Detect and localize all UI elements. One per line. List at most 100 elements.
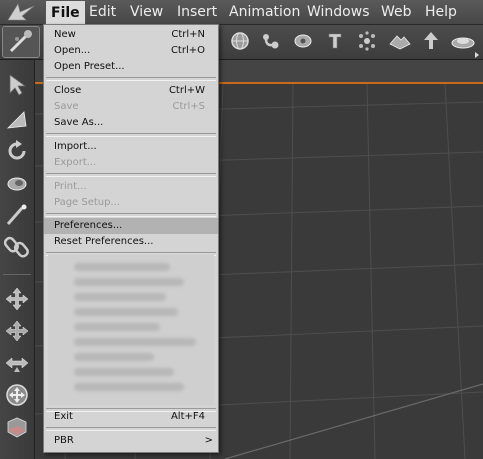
menu-item-label: Save xyxy=(54,101,79,112)
morph-button[interactable] xyxy=(290,28,316,54)
menu-item-label: Exit xyxy=(54,411,73,422)
menu-animation[interactable]: Animation xyxy=(224,0,305,24)
link-tool-button[interactable] xyxy=(3,234,30,260)
particles-button[interactable] xyxy=(354,28,380,54)
submenu-arrow-icon: > xyxy=(204,435,213,446)
left-toolbar xyxy=(0,60,35,459)
menu-view[interactable]: View xyxy=(125,0,168,24)
text-button[interactable] xyxy=(322,28,348,54)
menu-item-page-setup: Page Setup... xyxy=(44,195,218,211)
translate-icon xyxy=(5,320,29,342)
tree-icon xyxy=(424,32,438,49)
menu-item-label: PBR xyxy=(54,435,74,446)
bones-button[interactable] xyxy=(258,28,284,54)
recent-file-entry[interactable] xyxy=(74,308,178,316)
menu-item-label: Save As... xyxy=(54,117,104,128)
scale-icon xyxy=(6,111,27,129)
menu-item-open-preset[interactable]: Open Preset... xyxy=(44,59,218,75)
scale-tool-button[interactable] xyxy=(4,106,30,132)
translate-vertical-icon xyxy=(5,357,29,372)
pool-icon xyxy=(451,37,475,49)
menu-insert[interactable]: Insert xyxy=(172,0,222,24)
menu-item-import[interactable]: Import... xyxy=(44,139,218,155)
menu-help[interactable]: Help xyxy=(420,0,462,24)
menu-item-label: Import... xyxy=(54,141,97,152)
recent-file-entry[interactable] xyxy=(74,278,184,286)
menu-item-label: Preferences... xyxy=(54,220,123,231)
twist-tool-button[interactable] xyxy=(4,170,30,196)
shortcut-label: Alt+F4 xyxy=(170,411,205,422)
recent-file-entry[interactable] xyxy=(74,263,170,271)
pool-button[interactable] xyxy=(450,28,476,54)
toolbar-expand-arrow-icon[interactable] xyxy=(475,52,479,58)
menu-item-pbr[interactable]: PBR > xyxy=(44,433,218,449)
rotate-tool-button[interactable] xyxy=(4,138,30,164)
menu-bar: File Edit View Insert Animation Windows … xyxy=(0,0,483,25)
menu-item-preferences[interactable]: Preferences... xyxy=(44,218,218,234)
menu-separator xyxy=(46,173,216,177)
recent-files-list[interactable] xyxy=(48,255,214,405)
brush-tool-button[interactable] xyxy=(4,202,30,228)
select-tool-button[interactable] xyxy=(4,72,30,98)
menu-item-close[interactable]: Close Ctrl+W xyxy=(44,83,218,99)
recent-file-entry[interactable] xyxy=(74,368,174,376)
menu-separator xyxy=(46,77,216,81)
move-tool-button[interactable] xyxy=(4,286,30,312)
recent-file-entry[interactable] xyxy=(74,353,154,361)
wand-icon xyxy=(9,30,32,53)
menu-separator xyxy=(46,427,216,431)
chain-link-icon xyxy=(3,236,29,258)
menu-edit[interactable]: Edit xyxy=(84,0,121,24)
arrow-cursor-icon xyxy=(9,74,27,96)
translate-xz-button[interactable] xyxy=(4,318,30,344)
recent-file-entry[interactable] xyxy=(74,323,160,331)
terrain-icon xyxy=(389,35,411,50)
menu-separator xyxy=(46,133,216,137)
move-arrows-icon xyxy=(5,287,29,311)
recent-file-entry[interactable] xyxy=(74,293,166,301)
brush-icon xyxy=(6,204,27,225)
menu-item-label: Reset Preferences... xyxy=(54,236,154,247)
menu-web[interactable]: Web xyxy=(376,0,417,24)
menu-item-label: New xyxy=(54,29,76,40)
shortcut-label: Ctrl+S xyxy=(172,101,205,112)
translate-y-button[interactable] xyxy=(4,350,30,376)
menu-item-open[interactable]: Open... Ctrl+O xyxy=(44,43,218,59)
orbit-tool-button[interactable] xyxy=(4,382,30,408)
menu-item-label: Print... xyxy=(54,181,87,192)
menu-file[interactable]: File xyxy=(45,0,86,25)
twist-icon xyxy=(7,177,27,191)
texture-tool-button[interactable] xyxy=(4,414,30,440)
menu-item-label: Close xyxy=(54,85,82,96)
particles-icon xyxy=(359,31,375,51)
menu-item-label: Export... xyxy=(54,157,97,168)
menu-item-label: Open Preset... xyxy=(54,61,125,72)
menu-item-save-as[interactable]: Save As... xyxy=(44,115,218,131)
bones-icon xyxy=(263,34,279,49)
menu-item-label: Page Setup... xyxy=(54,197,121,208)
menu-item-reset-preferences[interactable]: Reset Preferences... xyxy=(44,234,218,250)
menu-item-print: Print... xyxy=(44,179,218,195)
globe-icon xyxy=(231,32,249,50)
menu-item-exit[interactable]: Exit Alt+F4 xyxy=(44,409,218,425)
orbit-icon xyxy=(6,384,28,406)
menu-item-save: Save Ctrl+S xyxy=(44,99,218,115)
recent-file-entry[interactable] xyxy=(74,338,196,346)
app-logo-icon[interactable] xyxy=(6,2,36,22)
tree-button[interactable] xyxy=(418,28,444,54)
recent-file-entry[interactable] xyxy=(74,383,184,391)
globe-button[interactable] xyxy=(227,28,253,54)
edit-tool-button[interactable] xyxy=(2,26,40,58)
rotate-icon xyxy=(8,140,26,160)
menu-item-label: Open... xyxy=(54,45,91,56)
menu-separator xyxy=(46,213,216,217)
menu-item-new[interactable]: New Ctrl+N xyxy=(44,27,218,43)
shortcut-label: Ctrl+N xyxy=(171,29,205,40)
text-icon xyxy=(328,33,342,49)
menu-windows[interactable]: Windows xyxy=(302,0,375,24)
morph-icon xyxy=(294,34,312,48)
cube-texture-icon xyxy=(7,417,27,438)
shortcut-label: Ctrl+O xyxy=(170,45,205,56)
terrain-button[interactable] xyxy=(387,28,413,54)
menu-item-export: Export... xyxy=(44,155,218,171)
